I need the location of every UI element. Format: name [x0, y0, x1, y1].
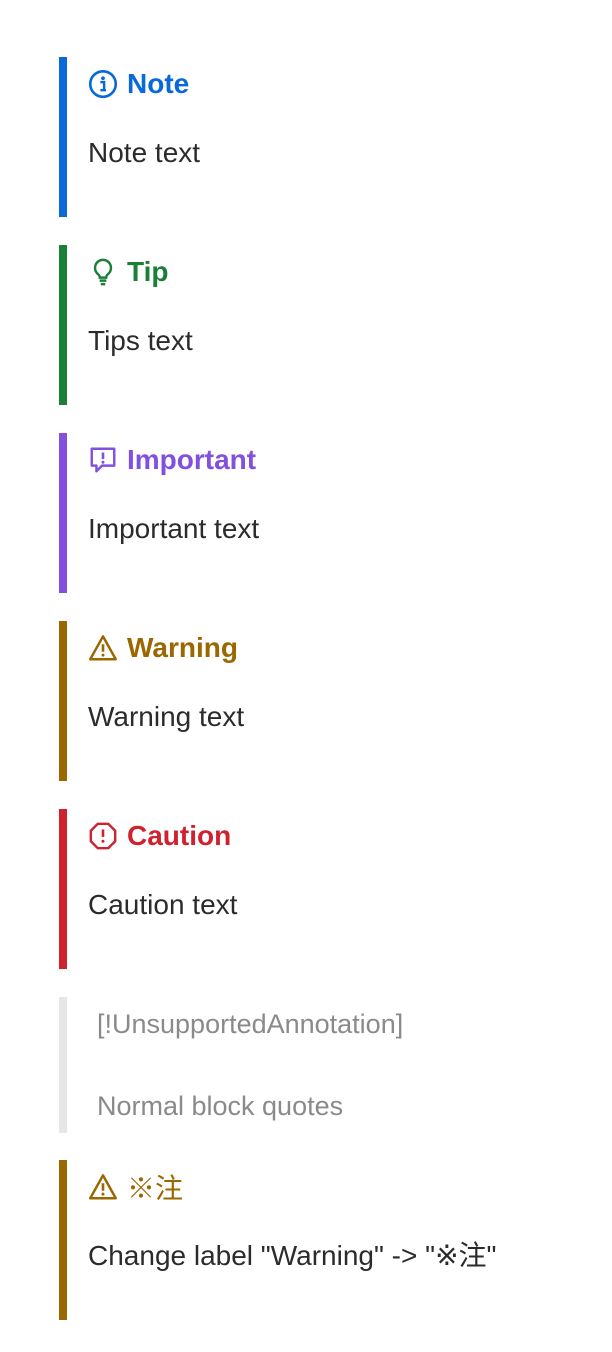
alert-title: Caution — [88, 816, 231, 856]
alert-title-text: Note — [127, 68, 190, 99]
warning-triangle-icon — [89, 635, 117, 661]
note-alert: Note Note text — [59, 57, 589, 217]
tip-alert: Tip Tips text — [59, 245, 589, 405]
alert-text: Caution text — [88, 889, 238, 920]
alert-title: Warning — [88, 628, 238, 668]
important-alert: Important Important text — [59, 433, 589, 593]
alert-title-text: Important — [127, 444, 257, 475]
alert-title: Tip — [88, 252, 168, 292]
quote-line: [!UnsupportedAnnotation] — [97, 1009, 404, 1039]
info-icon — [88, 69, 118, 99]
alert-title-text: Warning — [127, 632, 238, 663]
quote-line: Normal block quotes — [97, 1091, 344, 1121]
alert-text: Note text — [88, 137, 201, 168]
octagon-exclamation-icon — [89, 822, 117, 850]
speech-bubble-exclamation-icon — [90, 447, 116, 473]
plain-blockquote: [!UnsupportedAnnotation] Normal block qu… — [59, 997, 589, 1133]
alert-text: Change label "Warning" -> "※注" — [88, 1240, 497, 1271]
alert-title: ※注 — [88, 1167, 183, 1207]
alert-title-text: Tip — [127, 256, 169, 287]
alert-text: Warning text — [88, 701, 245, 732]
warning-triangle-icon — [89, 1174, 117, 1200]
alert-title-text: Caution — [127, 820, 232, 851]
custom-warning-alert: ※注 Change label "Warning" -> "※注" — [59, 1160, 589, 1320]
alert-text: Important text — [88, 513, 260, 544]
alert-text: Tips text — [88, 325, 193, 356]
warning-alert: Warning Warning text — [59, 621, 589, 781]
alert-title-text: ※注 — [127, 1173, 184, 1204]
alert-title: Note — [88, 64, 189, 104]
lightbulb-icon — [93, 258, 113, 286]
alert-title: Important — [88, 440, 256, 480]
caution-alert: Caution Caution text — [59, 809, 589, 969]
